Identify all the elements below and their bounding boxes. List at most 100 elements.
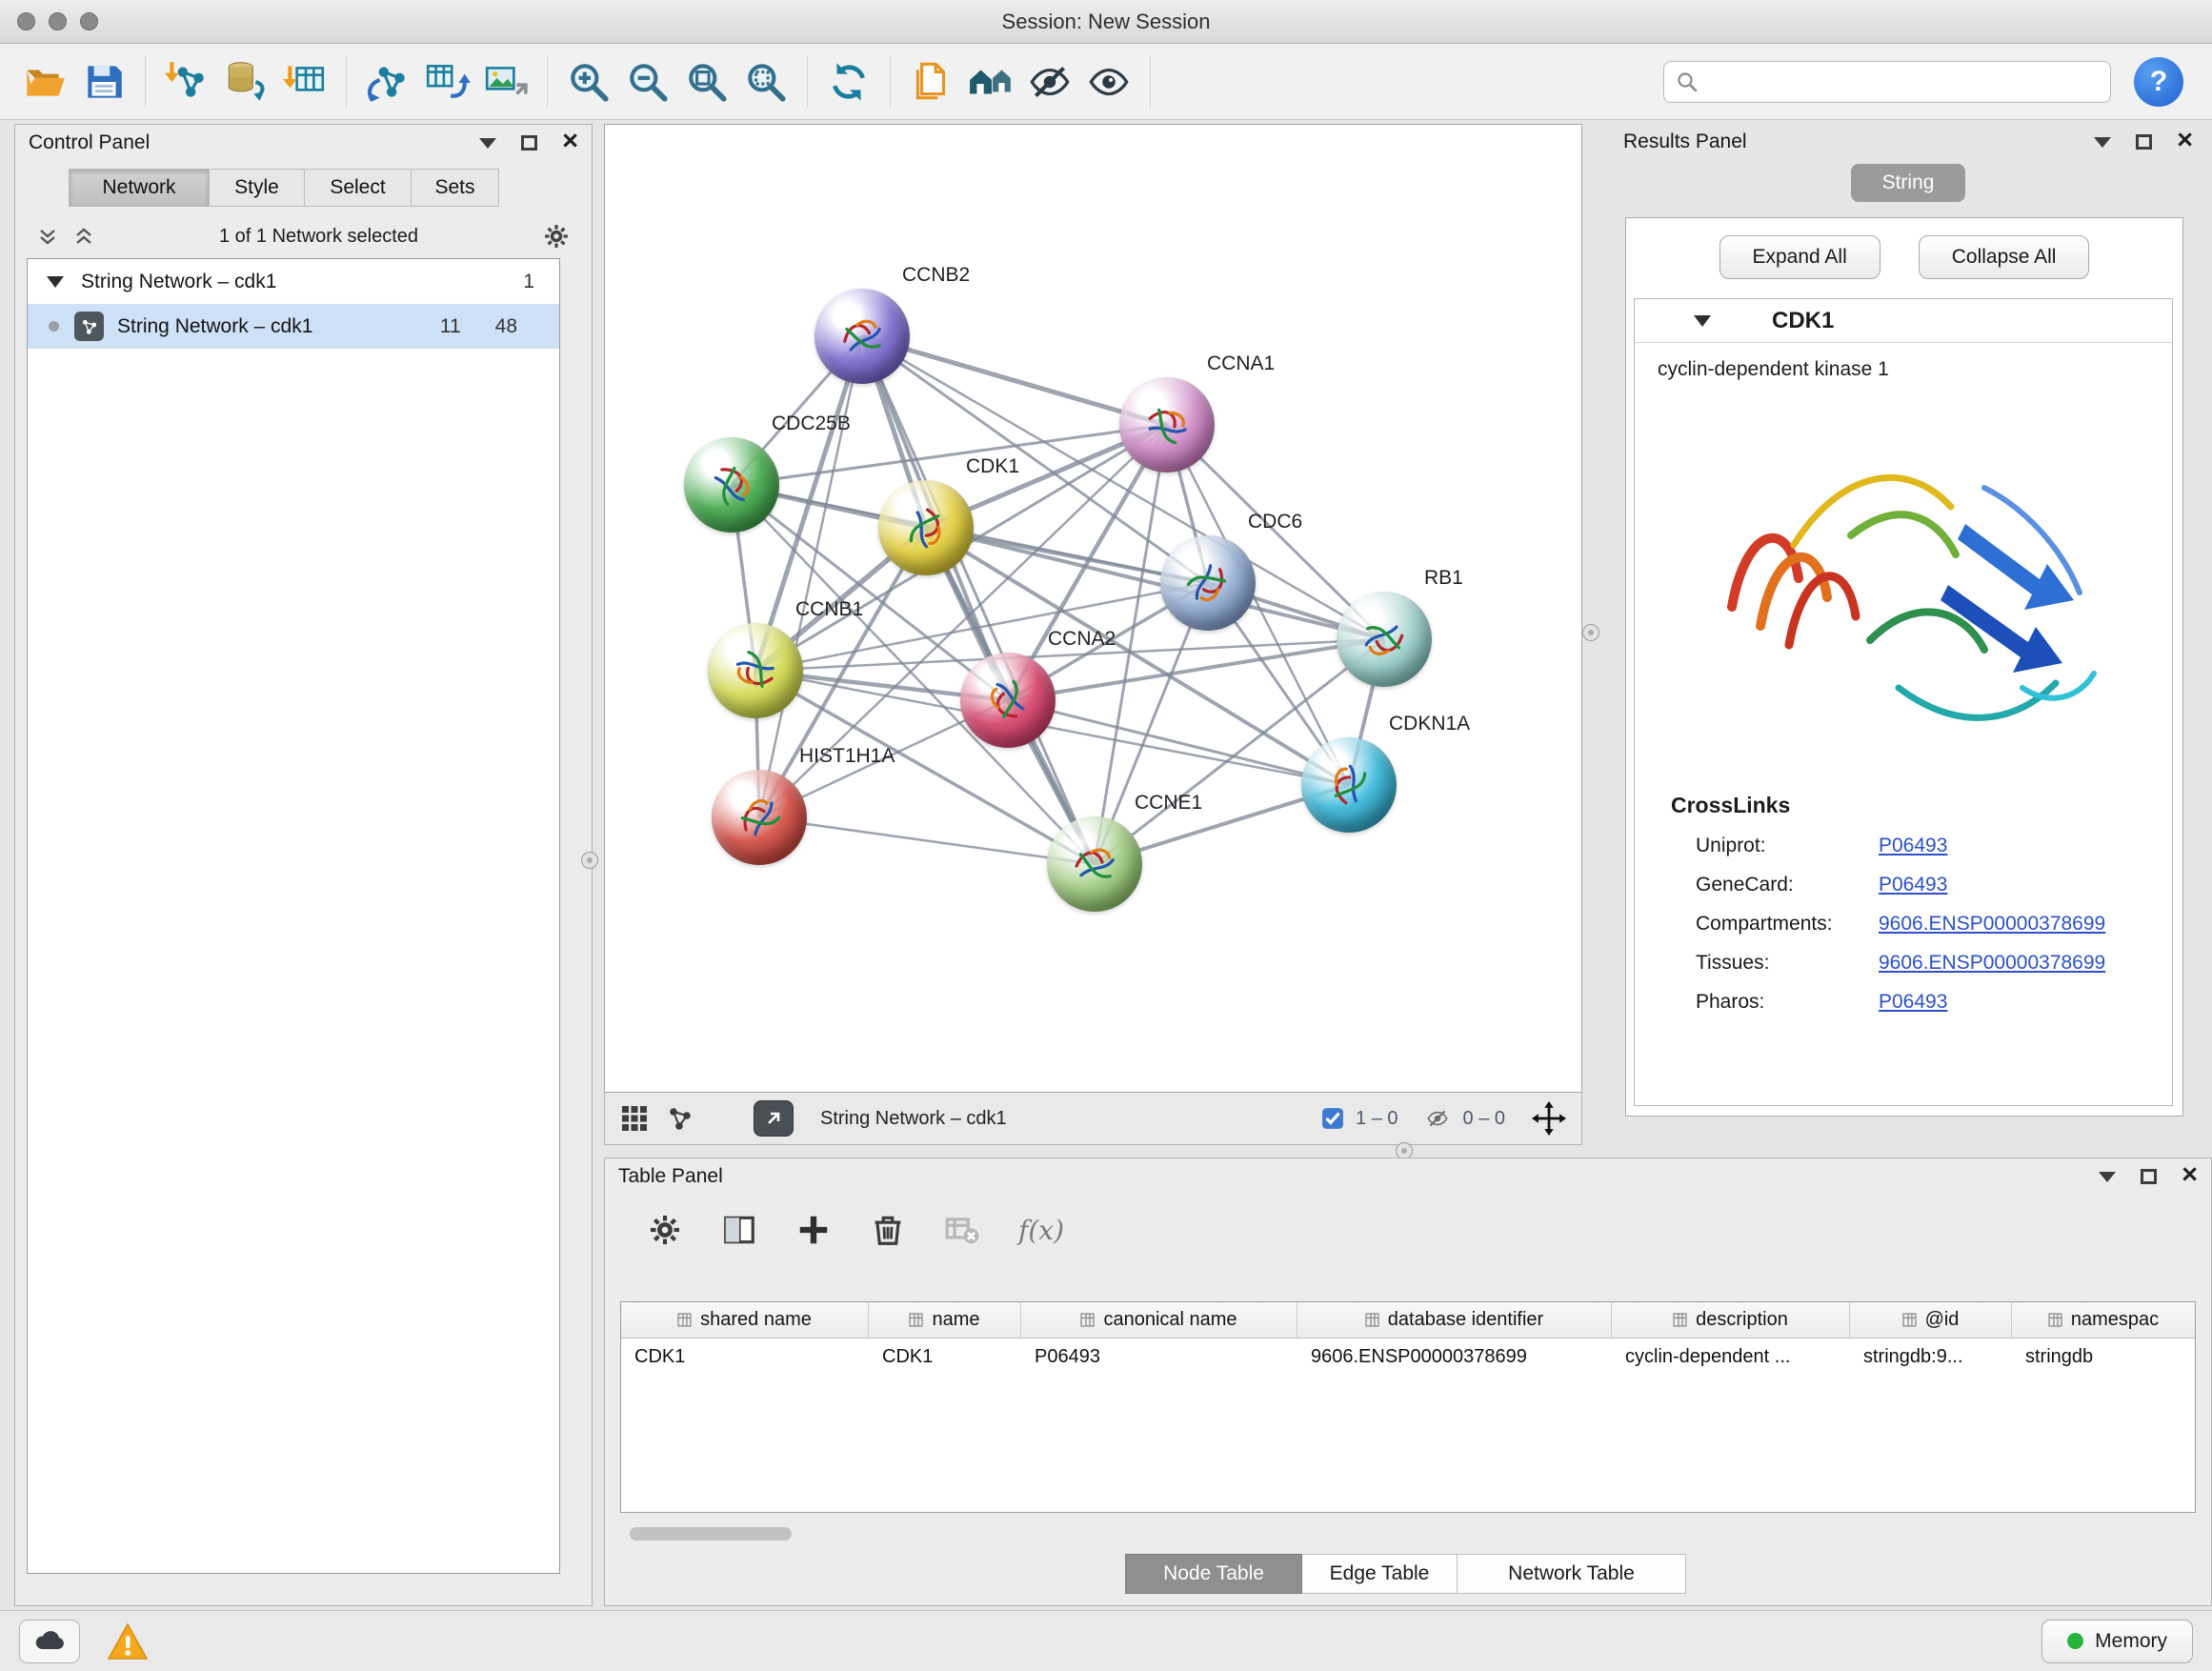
node-RB1[interactable]: [1337, 592, 1432, 687]
tab-network[interactable]: Network: [69, 169, 210, 207]
tab-edge-table[interactable]: Edge Table: [1302, 1554, 1458, 1594]
network-from-table-icon[interactable]: [417, 51, 476, 112]
crosslink-link[interactable]: P06493: [1879, 835, 1947, 857]
zoom-fit-content-icon[interactable]: [677, 51, 736, 112]
show-graphics-details-icon[interactable]: [1079, 51, 1138, 112]
minimize-window-button[interactable]: [49, 12, 67, 30]
column-header-database-identifier[interactable]: database identifier: [1297, 1302, 1612, 1338]
float-panel-icon[interactable]: [521, 135, 537, 151]
grid-view-icon[interactable]: [620, 1104, 649, 1133]
refresh-view-icon[interactable]: [819, 51, 878, 112]
expand-all-button[interactable]: Expand All: [1719, 235, 1880, 279]
node-CCNB2[interactable]: [814, 289, 910, 384]
section-collapse-caret-icon[interactable]: [1694, 315, 1711, 327]
node-CDKN1A[interactable]: [1301, 737, 1397, 833]
network-collection-row[interactable]: String Network – cdk1 1: [28, 259, 559, 304]
close-panel-icon[interactable]: ×: [2182, 1161, 2198, 1189]
column-header--id[interactable]: @id: [1850, 1302, 2012, 1338]
table-body: CDK1CDK1P064939606.ENSP00000378699cyclin…: [621, 1339, 2195, 1375]
vertical-splitter-handle[interactable]: [1582, 624, 1599, 641]
delete-table-icon[interactable]: [944, 1212, 980, 1248]
panel-menu-icon[interactable]: [2099, 1172, 2116, 1182]
save-session-icon[interactable]: [74, 51, 133, 112]
arrow-up-right-icon: [762, 1107, 785, 1130]
cloud-button[interactable]: [19, 1620, 80, 1663]
crosslink-link[interactable]: P06493: [1879, 874, 1947, 896]
node-CDC25B[interactable]: [684, 437, 779, 533]
table-row[interactable]: CDK1CDK1P064939606.ENSP00000378699cyclin…: [621, 1339, 2195, 1375]
birdseye-view-icon[interactable]: [666, 1104, 694, 1133]
gene-section-header[interactable]: CDK1: [1635, 299, 2172, 343]
network-row-selected[interactable]: String Network – cdk1 11 48: [28, 304, 559, 349]
node-CCNB1[interactable]: [708, 623, 803, 718]
columns-icon[interactable]: [721, 1212, 757, 1248]
node-HIST1H1A[interactable]: [712, 770, 807, 865]
network-options-gear-icon[interactable]: [542, 222, 571, 251]
export-image-icon[interactable]: [476, 51, 535, 112]
zoom-window-button[interactable]: [80, 12, 98, 30]
open-session-icon[interactable]: [15, 51, 74, 112]
memory-button[interactable]: Memory: [2041, 1620, 2193, 1663]
add-icon[interactable]: [795, 1212, 832, 1248]
float-panel-icon[interactable]: [2141, 1169, 2157, 1184]
gear-icon[interactable]: [647, 1212, 683, 1248]
node-CCNA1[interactable]: [1119, 377, 1215, 473]
panel-menu-icon[interactable]: [479, 138, 496, 149]
zoom-selected-region-icon[interactable]: [736, 51, 795, 112]
node-CDC6[interactable]: [1160, 535, 1256, 631]
import-network-from-file-icon[interactable]: [157, 51, 216, 112]
collapse-all-icon[interactable]: [72, 225, 95, 248]
search-input[interactable]: [1706, 70, 2099, 93]
cloud-icon: [32, 1629, 67, 1654]
node-CDK1[interactable]: [878, 480, 974, 575]
table-horizontal-scrollbar[interactable]: [620, 1524, 2196, 1543]
scrollbar-thumb[interactable]: [630, 1527, 792, 1540]
vertical-splitter-handle[interactable]: [581, 852, 598, 869]
function-builder-icon[interactable]: f(x): [1018, 1215, 1064, 1246]
crosslink-row: GeneCard:P06493: [1696, 874, 2172, 896]
import-network-from-database-icon[interactable]: [216, 51, 275, 112]
string-results-tab[interactable]: String: [1851, 164, 1965, 202]
crosslink-link[interactable]: P06493: [1879, 991, 1947, 1014]
column-header-name[interactable]: name: [869, 1302, 1021, 1338]
search-box[interactable]: [1663, 61, 2111, 103]
panel-menu-icon[interactable]: [2094, 137, 2111, 148]
import-table-from-file-icon[interactable]: [275, 51, 334, 112]
column-header-description[interactable]: description: [1612, 1302, 1850, 1338]
annotations-icon[interactable]: [902, 51, 961, 112]
table-header-row: shared namenamecanonical namedatabase id…: [621, 1302, 2195, 1339]
column-header-namespac[interactable]: namespac: [2012, 1302, 2195, 1338]
tab-select[interactable]: Select: [305, 169, 412, 207]
close-window-button[interactable]: [17, 12, 35, 30]
network-canvas[interactable]: CCNB2CCNA1CDC25BCDK1CDC6RB1CCNB1CCNA2CDK…: [604, 124, 1582, 1093]
column-header-shared-name[interactable]: shared name: [621, 1302, 869, 1338]
string-results-box: Expand All Collapse All CDK1 cyclin-depe…: [1625, 217, 2183, 1117]
float-panel-icon[interactable]: [2136, 134, 2152, 150]
new-network-icon[interactable]: [358, 51, 417, 112]
hide-graphics-details-icon[interactable]: [1020, 51, 1079, 112]
expand-all-icon[interactable]: [36, 225, 59, 248]
zoom-out-icon[interactable]: [618, 51, 677, 112]
trash-icon[interactable]: [870, 1212, 906, 1248]
warning-icon[interactable]: [107, 1622, 149, 1661]
tab-sets[interactable]: Sets: [412, 169, 499, 207]
close-panel-icon[interactable]: ×: [2177, 127, 2193, 154]
tree-expand-caret-icon[interactable]: [47, 276, 64, 288]
crosslink-link[interactable]: 9606.ENSP00000378699: [1879, 913, 2105, 936]
pan-crosshair-icon[interactable]: [1532, 1101, 1566, 1136]
close-panel-icon[interactable]: ×: [562, 128, 578, 155]
crosslink-link[interactable]: 9606.ENSP00000378699: [1879, 952, 2105, 975]
node-CCNE1[interactable]: [1047, 816, 1142, 912]
tab-node-table[interactable]: Node Table: [1125, 1554, 1302, 1594]
collapse-all-button[interactable]: Collapse All: [1919, 235, 2090, 279]
node-CCNA2[interactable]: [960, 653, 1056, 748]
tab-style[interactable]: Style: [210, 169, 305, 207]
table-cell: CDK1: [621, 1339, 869, 1375]
tab-network-table[interactable]: Network Table: [1458, 1554, 1686, 1594]
column-header-canonical-name[interactable]: canonical name: [1021, 1302, 1297, 1338]
home-icon[interactable]: [961, 51, 1020, 112]
help-button[interactable]: ?: [2134, 57, 2183, 107]
open-in-new-window-button[interactable]: [754, 1100, 794, 1137]
crosslink-label: Pharos:: [1696, 991, 1879, 1014]
zoom-in-icon[interactable]: [559, 51, 618, 112]
